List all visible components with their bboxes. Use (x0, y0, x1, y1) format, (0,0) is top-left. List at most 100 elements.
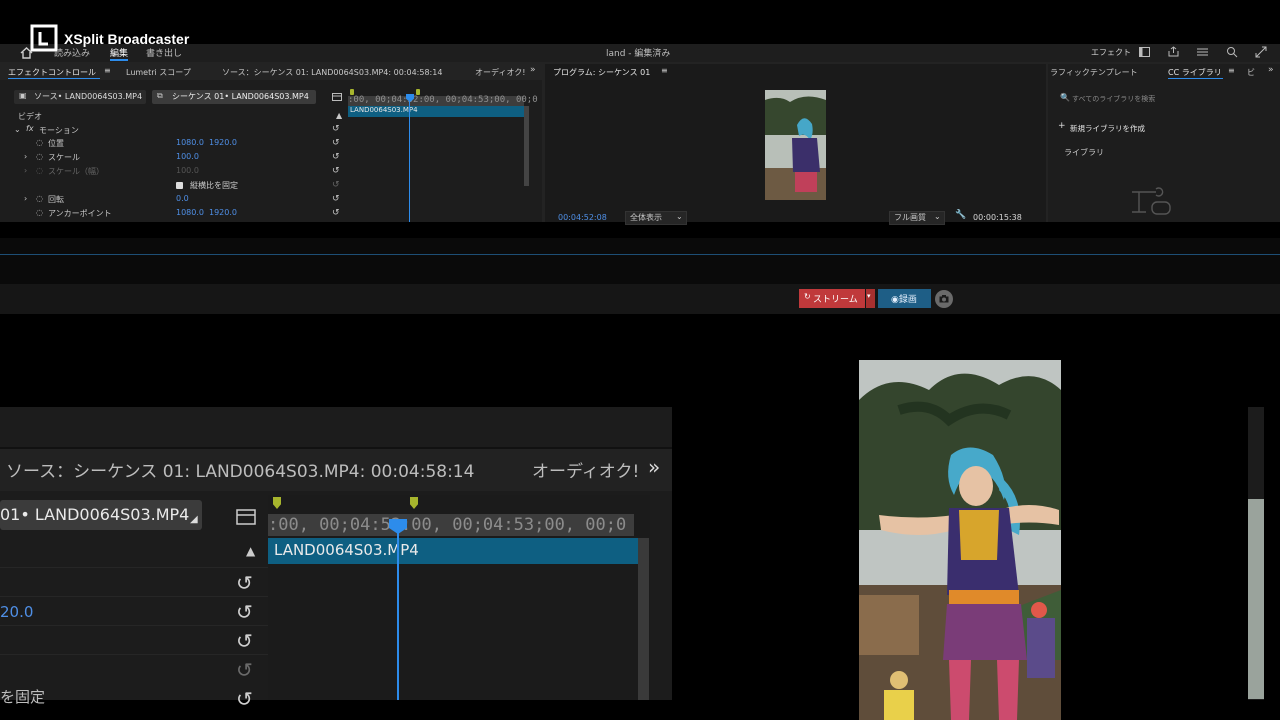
property-value-1[interactable]: 1080.0 (176, 138, 204, 147)
zoomed-reset-icon[interactable]: ↺ (236, 571, 253, 595)
zoomed-toggle-timeline-icon[interactable] (236, 509, 256, 525)
zoomed-in-marker[interactable] (273, 497, 281, 509)
expand-icon[interactable]: › (24, 194, 27, 203)
fit-dropdown[interactable]: 全体表示 ⌄ (625, 211, 687, 225)
property-value-1[interactable]: 0.0 (176, 194, 189, 203)
wrench-icon[interactable]: 🔧 (955, 210, 966, 220)
screenshot-button[interactable] (935, 290, 953, 308)
library-label: ライブラリ (1064, 148, 1104, 157)
reset-icon[interactable]: ↺ (332, 180, 340, 190)
zoomed-reset-icon[interactable]: ↺ (236, 687, 253, 711)
xsplit-title: XSplit Broadcaster (64, 31, 190, 47)
reset-icon[interactable]: ↺ (332, 166, 340, 176)
panel-icon[interactable] (1139, 47, 1150, 57)
reset-icon[interactable]: ↺ (332, 194, 340, 204)
settings-icon[interactable] (1197, 47, 1208, 57)
tab-overflow-icon[interactable]: » (530, 65, 536, 75)
expand-icon[interactable]: › (24, 152, 27, 161)
program-duration: 00:00:15:38 (973, 213, 1022, 222)
motion-expand-icon[interactable]: ⌄ (14, 125, 21, 134)
zoomed-position-value[interactable]: 20.0 (0, 603, 33, 621)
property-value-1[interactable]: 1080.0 (176, 208, 204, 217)
zoomed-reset-icon[interactable]: ↺ (236, 600, 253, 624)
program-title: プログラム: シーケンス 01 (553, 68, 651, 77)
share-icon[interactable] (1168, 46, 1179, 57)
property-row: 縦横比を固定 (0, 180, 330, 194)
property-value-1[interactable]: 100.0 (176, 152, 199, 161)
stopwatch-icon[interactable]: ◌ (36, 166, 43, 175)
zoomed-row-divider-1 (0, 567, 268, 568)
sequence-selector[interactable]: ⧉ シーケンス 01• LAND0064S03.MP4 (152, 90, 316, 104)
fit-dropdown-label: 全体表示 (630, 213, 662, 222)
source-selector[interactable]: ▣ ソース• LAND0064S03.MP4 (14, 90, 146, 104)
tab-audio-clip-mixer[interactable]: オーディオク! (475, 67, 526, 78)
zoomed-sequence-selector[interactable]: 01• LAND0064S03.MP4 ◢ (0, 500, 202, 530)
menu-export[interactable]: 書き出し (146, 46, 182, 59)
program-menu-icon[interactable]: ≡ (661, 66, 668, 75)
workspace-label[interactable]: エフェクト (1091, 47, 1131, 58)
reset-column: ↺ ↺ ↺ ↺ ↺ ↺ ↺ (332, 124, 346, 222)
timeline-scrollbar[interactable] (524, 106, 529, 186)
zoomed-ruler[interactable]: :00, 00;04:52:00, 00;04:53;00, 00;0 (268, 514, 634, 536)
tab-graphic-templates[interactable]: ラフィックテンプレート (1050, 67, 1138, 78)
stopwatch-icon[interactable]: ◌ (36, 138, 43, 147)
new-library-button[interactable]: 新規ライブラリを作成 (1070, 123, 1145, 134)
stopwatch-icon[interactable]: ◌ (36, 208, 43, 217)
ruler[interactable]: :00, 00;04:52:00, 00;04:53;00, 00;0 (348, 95, 538, 106)
quality-dropdown[interactable]: フル画質 ⌄ (889, 211, 945, 225)
stopwatch-icon[interactable]: ◌ (36, 152, 43, 161)
zoomed-reset-icon[interactable]: ↺ (236, 658, 253, 682)
fx-icon: fx (26, 124, 34, 133)
tab-more[interactable]: ビ (1247, 67, 1255, 78)
library-search-icon: 🔍 (1060, 93, 1070, 102)
tab-effect-controls[interactable]: エフェクトコントロール (8, 67, 96, 78)
zoomed-collapse-icon[interactable]: ▲ (246, 544, 255, 558)
maximize-icon[interactable] (1255, 46, 1267, 58)
property-value-2[interactable]: 1920.0 (209, 138, 237, 147)
left-tab-bar: エフェクトコントロール ≡ Lumetri スコープ ソース：シーケンス 01:… (0, 64, 542, 80)
effect-controls-panel: エフェクトコントロール ≡ Lumetri スコープ ソース：シーケンス 01:… (0, 64, 542, 222)
reset-icon[interactable]: ↺ (332, 152, 340, 162)
stream-button-label: ストリーム (813, 295, 858, 305)
clip-bar[interactable]: LAND0064S03.MP4 (348, 106, 528, 117)
stopwatch-icon[interactable]: ◌ (36, 194, 43, 203)
library-menu-icon[interactable]: ≡ (1228, 66, 1235, 75)
stream-dropdown-button[interactable]: ▾ (866, 289, 875, 308)
zoomed-clip-bar[interactable]: LAND0064S03.MP4 (268, 538, 638, 564)
reset-icon[interactable]: ↺ (332, 138, 340, 148)
stream-button[interactable]: ↻ ストリーム (799, 289, 865, 308)
zoomed-audio-tab[interactable]: オーディオク! (532, 457, 639, 482)
menu-import[interactable]: 読み込み (54, 46, 90, 59)
mini-timeline: :00, 00;04:52:00, 00;04:53;00, 00;0 LAND… (348, 89, 538, 222)
program-timecode[interactable]: 00:04:52:08 (558, 213, 607, 222)
tab-menu-icon[interactable]: ≡ (104, 66, 111, 75)
expand-icon[interactable]: › (24, 166, 27, 175)
zoomed-effect-controls: ソース：シーケンス 01: LAND0064S03.MP4: 00:04:58:… (0, 407, 672, 711)
zoomed-reset-icon[interactable]: ↺ (236, 629, 253, 653)
plus-icon[interactable]: + (1058, 121, 1066, 131)
zoomed-out-marker[interactable] (410, 497, 418, 509)
zoomed-overflow-icon[interactable]: » (648, 455, 660, 479)
toggle-timeline-icon[interactable] (332, 93, 342, 101)
menu-edit[interactable]: 編集 (110, 46, 128, 59)
reset-icon[interactable]: ↺ (332, 208, 340, 218)
zoomed-scrollbar[interactable] (638, 538, 649, 700)
reset-icon[interactable]: ↺ (332, 124, 340, 134)
tab-lumetri-scopes[interactable]: Lumetri スコープ (126, 67, 191, 78)
property-value-1[interactable]: 100.0 (176, 166, 199, 175)
chevron-down-icon: ⌄ (676, 212, 683, 221)
tab-cc-libraries[interactable]: CC ライブラリ (1168, 67, 1222, 78)
tab-overflow-icon[interactable]: » (1268, 65, 1274, 75)
xsplit-logo-icon (30, 24, 58, 52)
out-marker[interactable] (416, 89, 420, 95)
checkbox-icon[interactable] (176, 182, 183, 189)
tab-source[interactable]: ソース：シーケンス 01: LAND0064S03.MP4: 00:04:58:… (222, 67, 442, 78)
source-selector-label: ソース• LAND0064S03.MP4 (34, 92, 143, 101)
library-search-input[interactable]: すべてのライブラリを検索 (1072, 94, 1155, 104)
record-button[interactable]: ◉録画 (878, 289, 931, 308)
search-icon[interactable] (1226, 46, 1238, 58)
property-value-2[interactable]: 1920.0 (209, 208, 237, 217)
collapse-up-icon[interactable]: ▲ (336, 111, 342, 120)
in-marker[interactable] (350, 89, 354, 95)
zoomed-source-tab[interactable]: ソース：シーケンス 01: LAND0064S03.MP4: 00:04:58:… (6, 457, 474, 482)
